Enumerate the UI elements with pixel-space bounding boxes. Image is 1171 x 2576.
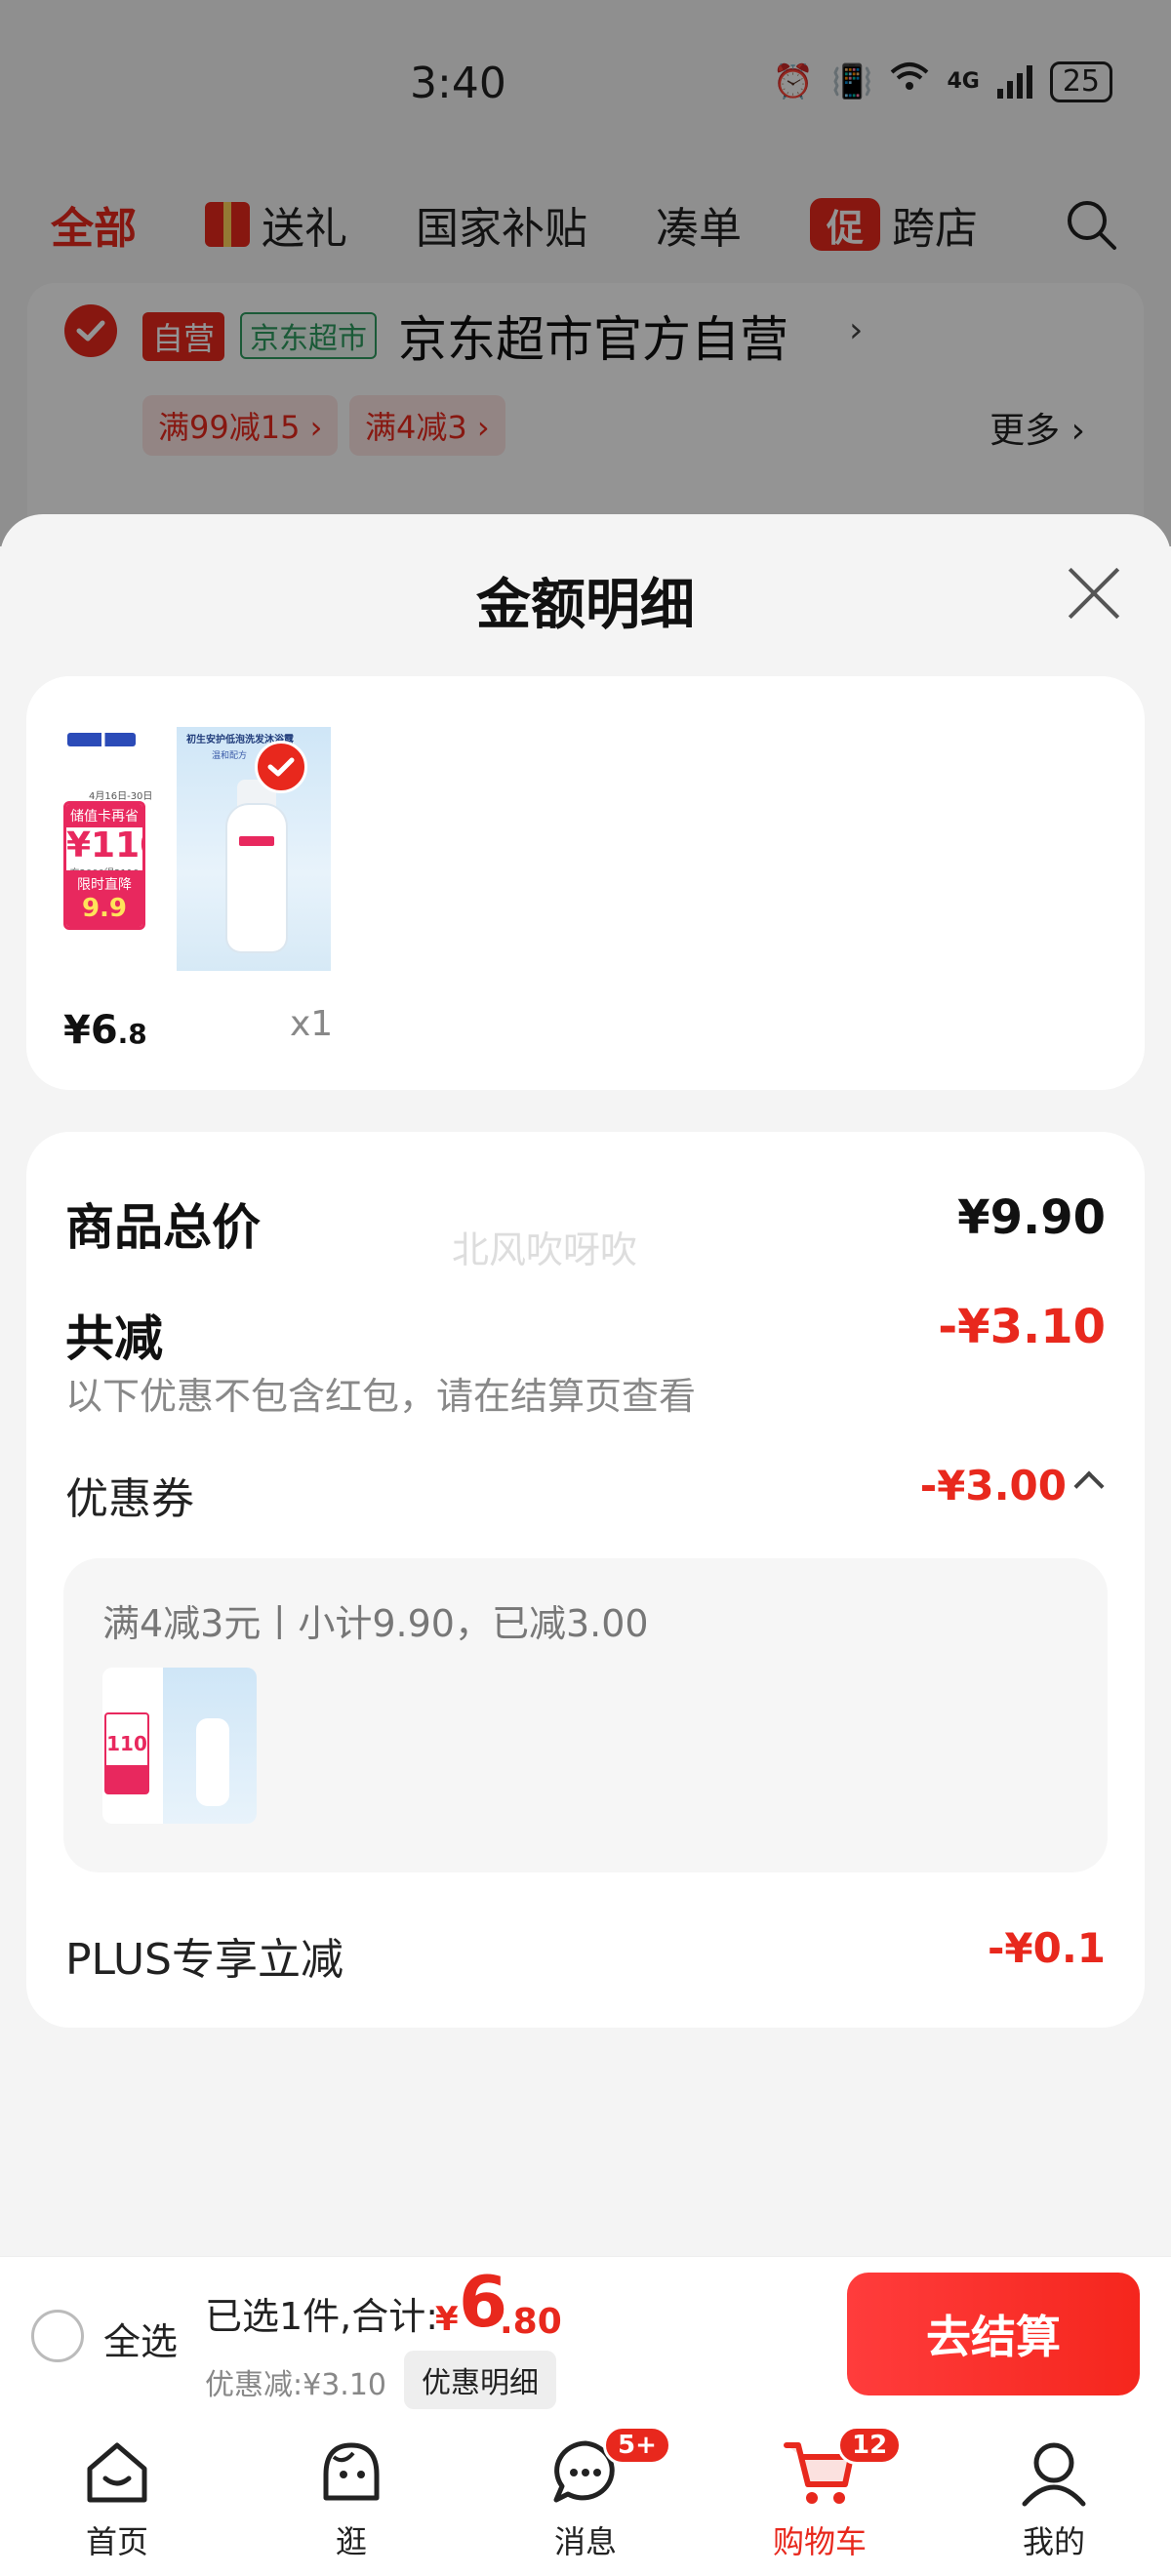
mini-promo-panel: 110 bbox=[102, 1668, 163, 1824]
explore-icon bbox=[314, 2435, 388, 2510]
tab-home[interactable]: 首页 bbox=[0, 2414, 234, 2576]
modal-overlay[interactable] bbox=[0, 0, 1171, 546]
cart-badge: 12 bbox=[837, 2426, 903, 2465]
checkout-bar: 全选 已选1件,合计: ¥ 6 .80 优惠减:¥3.10 优惠明细 去结算 bbox=[0, 2256, 1171, 2414]
product-image[interactable]: 4月16日-30日 储值卡再省 ¥110 充2000得2110 限时直降9.9 … bbox=[63, 727, 331, 971]
plus-discount-value: -¥0.1 bbox=[987, 1924, 1106, 1972]
profile-icon bbox=[1017, 2435, 1091, 2510]
mini-bottle bbox=[196, 1718, 229, 1806]
checkout-button[interactable]: 去结算 bbox=[847, 2273, 1140, 2395]
product-image-bottle-panel: 初生安护低泡洗发沐浴露 温和配方 bbox=[177, 727, 331, 971]
promo-card-bottom-label: 限时直降 bbox=[77, 877, 132, 893]
bottle-label bbox=[239, 836, 274, 846]
tab-profile-label: 我的 bbox=[1022, 2523, 1085, 2560]
product-image-promo-panel: 4月16日-30日 储值卡再省 ¥110 充2000得2110 限时直降9.9 bbox=[63, 727, 177, 971]
selection-summary: 已选1件,合计: bbox=[205, 2295, 439, 2338]
goods-price-dec: .8 bbox=[117, 1018, 147, 1050]
close-icon[interactable] bbox=[1066, 565, 1122, 622]
price-detail-card: 商品总价 ¥9.90 北风吹呀吹 共减 -¥3.10 以下优惠不包含红包，请在结… bbox=[26, 1132, 1145, 2028]
promo-card: 储值卡再省 ¥110 充2000得2110 限时直降9.9 bbox=[63, 801, 145, 930]
coupon-product-image[interactable]: 110 bbox=[102, 1668, 257, 1824]
brand-logo bbox=[67, 733, 136, 746]
select-all-checkbox[interactable] bbox=[31, 2310, 84, 2362]
mini-promo-card: 110 bbox=[104, 1712, 149, 1794]
tab-messages-label: 消息 bbox=[553, 2523, 617, 2560]
watermark: 北风吹呀吹 bbox=[452, 1228, 638, 1271]
promo-card-top: 储值卡再省 bbox=[66, 804, 142, 827]
tab-cart-label: 购物车 bbox=[772, 2523, 867, 2560]
total-price-label: 商品总价 bbox=[65, 1199, 261, 1256]
mini-bottle-panel bbox=[163, 1668, 257, 1824]
coupon-value[interactable]: -¥3.00 bbox=[920, 1462, 1067, 1509]
select-all-label[interactable]: 全选 bbox=[103, 2312, 178, 2365]
goods-price-int: ¥6 bbox=[63, 1008, 118, 1053]
chevron-up-icon[interactable] bbox=[1073, 1470, 1105, 1502]
check-icon bbox=[255, 741, 307, 793]
tab-explore-label: 逛 bbox=[335, 2523, 367, 2560]
goods-card: 4月16日-30日 储值卡再省 ¥110 充2000得2110 限时直降9.9 … bbox=[26, 676, 1145, 1090]
promo-card-value: ¥110 bbox=[66, 825, 142, 865]
promo-card-bottom: 限时直降 9.9 bbox=[66, 870, 142, 927]
mini-promo-value: 110 bbox=[106, 1732, 147, 1755]
home-icon bbox=[80, 2435, 154, 2510]
coupon-label: 优惠券 bbox=[65, 1474, 194, 1524]
discount-summary: 优惠减:¥3.10 bbox=[205, 2368, 386, 2402]
plus-discount-label: PLUS专享立减 bbox=[65, 1935, 343, 1985]
tab-profile[interactable]: 我的 bbox=[937, 2414, 1171, 2576]
sheet-title: 金额明细 bbox=[476, 574, 695, 637]
message-badge: 5+ bbox=[603, 2426, 671, 2465]
promo-card-price: 9.9 bbox=[81, 894, 128, 923]
total-price-value: ¥9.90 bbox=[957, 1190, 1106, 1245]
bottom-tab-bar: 首页 逛 消息 5+ 购物车 12 我的 bbox=[0, 2414, 1171, 2576]
tab-home-label: 首页 bbox=[85, 2523, 148, 2560]
tab-cart[interactable]: 购物车 12 bbox=[703, 2414, 937, 2576]
goods-quantity: x1 bbox=[290, 1004, 334, 1044]
goods-price: ¥6.8 bbox=[63, 1008, 147, 1053]
discount-note: 以下优惠不包含红包，请在结算页查看 bbox=[65, 1375, 697, 1418]
total-discount-value: -¥3.10 bbox=[938, 1300, 1106, 1354]
tab-explore[interactable]: 逛 bbox=[234, 2414, 468, 2576]
amount-detail-sheet: 金额明细 4月16日-30日 储值卡再省 ¥110 充2000得2110 限时直… bbox=[0, 514, 1171, 2256]
bottle-shape bbox=[227, 805, 286, 951]
tab-messages[interactable]: 消息 5+ bbox=[468, 2414, 703, 2576]
promo-date: 4月16日-30日 bbox=[89, 791, 153, 802]
total-currency: ¥ bbox=[435, 2300, 459, 2339]
product-subline: 温和配方 bbox=[212, 751, 248, 761]
total-decimal: .80 bbox=[500, 2302, 562, 2342]
coupon-detail-box: 满4减3元丨小计9.90，已减3.00 110 bbox=[63, 1558, 1108, 1872]
coupon-description: 满4减3元丨小计9.90，已减3.00 bbox=[102, 1602, 649, 1645]
discount-detail-button[interactable]: 优惠明细 bbox=[404, 2351, 556, 2409]
total-discount-label: 共减 bbox=[65, 1310, 163, 1367]
